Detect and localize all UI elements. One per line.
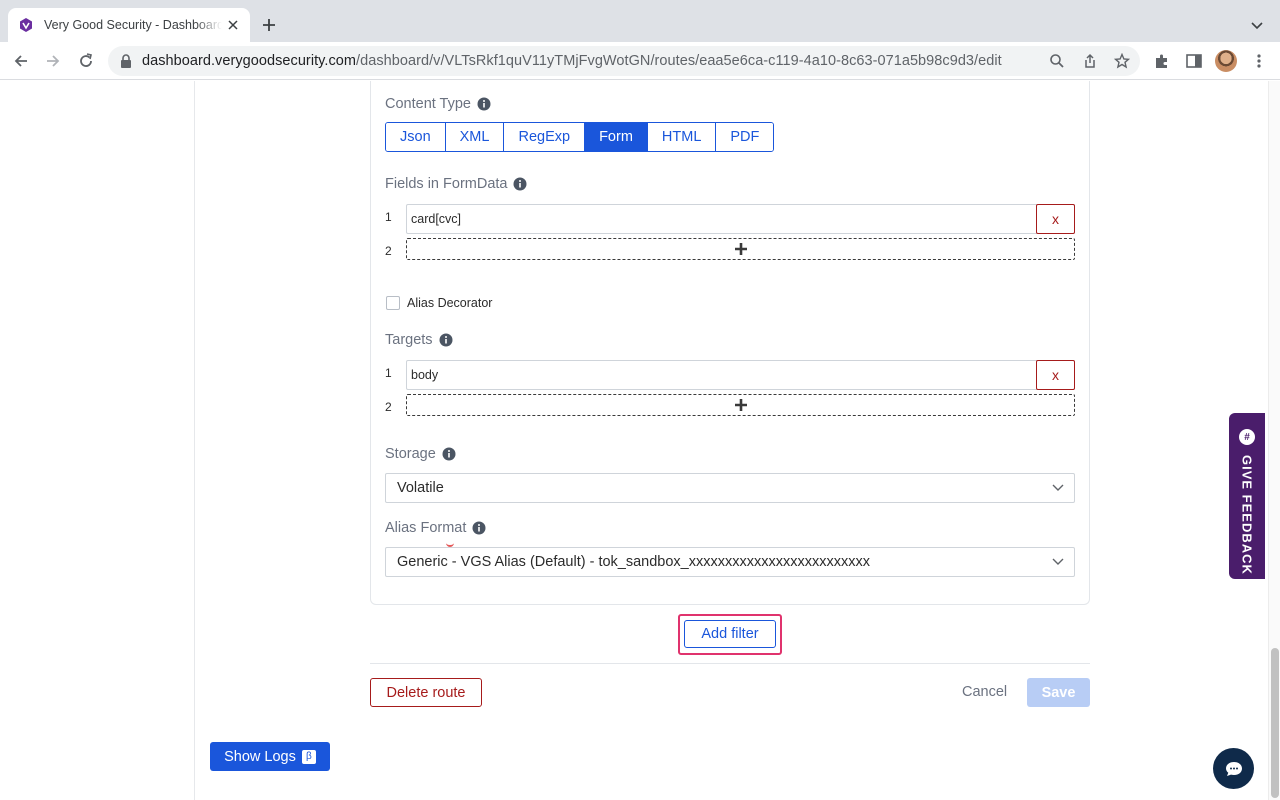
forward-arrow-icon[interactable]: [44, 52, 62, 70]
add-filter-button[interactable]: Add filter: [684, 620, 776, 648]
target-row-number: 2: [385, 400, 392, 414]
content-type-pdf[interactable]: PDF: [716, 123, 774, 151]
feedback-label: GIVE FEEDBACK: [1239, 455, 1255, 575]
address-bar[interactable]: dashboard.verygoodsecurity.com/dashboard…: [108, 46, 1140, 76]
info-icon[interactable]: [439, 333, 453, 347]
save-button[interactable]: Save: [1027, 678, 1090, 707]
profile-avatar[interactable]: [1215, 50, 1237, 72]
browser-tab[interactable]: Very Good Security - Dashboard: [8, 8, 250, 42]
menu-icon[interactable]: [1250, 52, 1268, 70]
storage-select[interactable]: Volatile: [385, 473, 1075, 503]
browser-tabstrip: Very Good Security - Dashboard: [0, 0, 1280, 42]
add-field-button[interactable]: [406, 238, 1075, 260]
delete-route-button[interactable]: Delete route: [370, 678, 482, 707]
chevron-down-icon: [1052, 558, 1064, 566]
feedback-hash-icon: #: [1239, 429, 1255, 445]
new-tab-icon[interactable]: [261, 17, 277, 33]
alias-format-select[interactable]: Generic - VGS Alias (Default) - tok_sand…: [385, 547, 1075, 577]
content-type-regexp[interactable]: RegExp: [504, 123, 586, 151]
content-type-json[interactable]: Json: [386, 123, 446, 151]
side-panel-icon[interactable]: [1185, 52, 1203, 70]
field-row-number: 2: [385, 244, 392, 258]
info-icon[interactable]: [513, 177, 527, 191]
alias-format-label: Alias Format: [385, 520, 486, 536]
fields-formdata-label: Fields in FormData: [385, 176, 527, 192]
close-icon[interactable]: [226, 18, 240, 32]
content-left-border: [194, 81, 195, 800]
field-row-number: 1: [385, 210, 392, 224]
remove-target-button[interactable]: x: [1036, 360, 1075, 390]
content-type-label: Content Type: [385, 96, 491, 112]
alias-decorator-checkbox[interactable]: [386, 296, 400, 310]
content-type-form[interactable]: Form: [585, 123, 648, 151]
browser-toolbar: dashboard.verygoodsecurity.com/dashboard…: [0, 42, 1280, 80]
tab-title: Very Good Security - Dashboard: [44, 18, 222, 32]
target-field-input[interactable]: body x: [406, 360, 1075, 390]
chevron-down-icon[interactable]: [1250, 18, 1264, 32]
page-scrollbar[interactable]: [1268, 81, 1280, 800]
extensions-icon[interactable]: [1153, 52, 1171, 70]
remove-field-button[interactable]: x: [1036, 204, 1075, 234]
alias-decorator-label: Alias Decorator: [407, 296, 493, 310]
lock-icon[interactable]: [120, 54, 132, 68]
storage-label: Storage: [385, 446, 456, 462]
plus-icon: [734, 398, 748, 412]
content-type-html[interactable]: HTML: [647, 123, 717, 151]
plus-icon: [734, 242, 748, 256]
target-row-number: 1: [385, 366, 392, 380]
content-type-selector: Json XML RegExp Form HTML PDF: [385, 122, 775, 152]
add-target-button[interactable]: [406, 394, 1075, 416]
cancel-button[interactable]: Cancel: [962, 684, 1007, 700]
content-type-xml[interactable]: XML: [445, 123, 505, 151]
back-arrow-icon[interactable]: [12, 52, 30, 70]
vgs-logo-icon: [18, 17, 34, 33]
chevron-down-icon: [1052, 484, 1064, 492]
targets-label: Targets: [385, 332, 453, 348]
beta-badge: β: [301, 749, 316, 764]
info-icon[interactable]: [472, 521, 486, 535]
show-logs-label: Show Logs: [224, 748, 296, 765]
formdata-field-input[interactable]: card[cvc] x: [406, 204, 1075, 234]
show-logs-button[interactable]: Show Logs β: [210, 742, 330, 771]
share-icon[interactable]: [1082, 53, 1098, 69]
info-icon[interactable]: [442, 447, 456, 461]
zoom-icon[interactable]: [1049, 53, 1065, 69]
divider: [370, 663, 1090, 664]
chat-button[interactable]: [1213, 748, 1254, 789]
url-text: dashboard.verygoodsecurity.com/dashboard…: [142, 53, 1002, 69]
scrollbar-thumb[interactable]: [1271, 648, 1279, 798]
star-icon[interactable]: [1114, 53, 1130, 69]
give-feedback-tab[interactable]: # GIVE FEEDBACK: [1229, 413, 1265, 579]
reload-icon[interactable]: [77, 52, 95, 70]
chat-bubble-icon: [1224, 759, 1244, 779]
info-icon[interactable]: [477, 97, 491, 111]
